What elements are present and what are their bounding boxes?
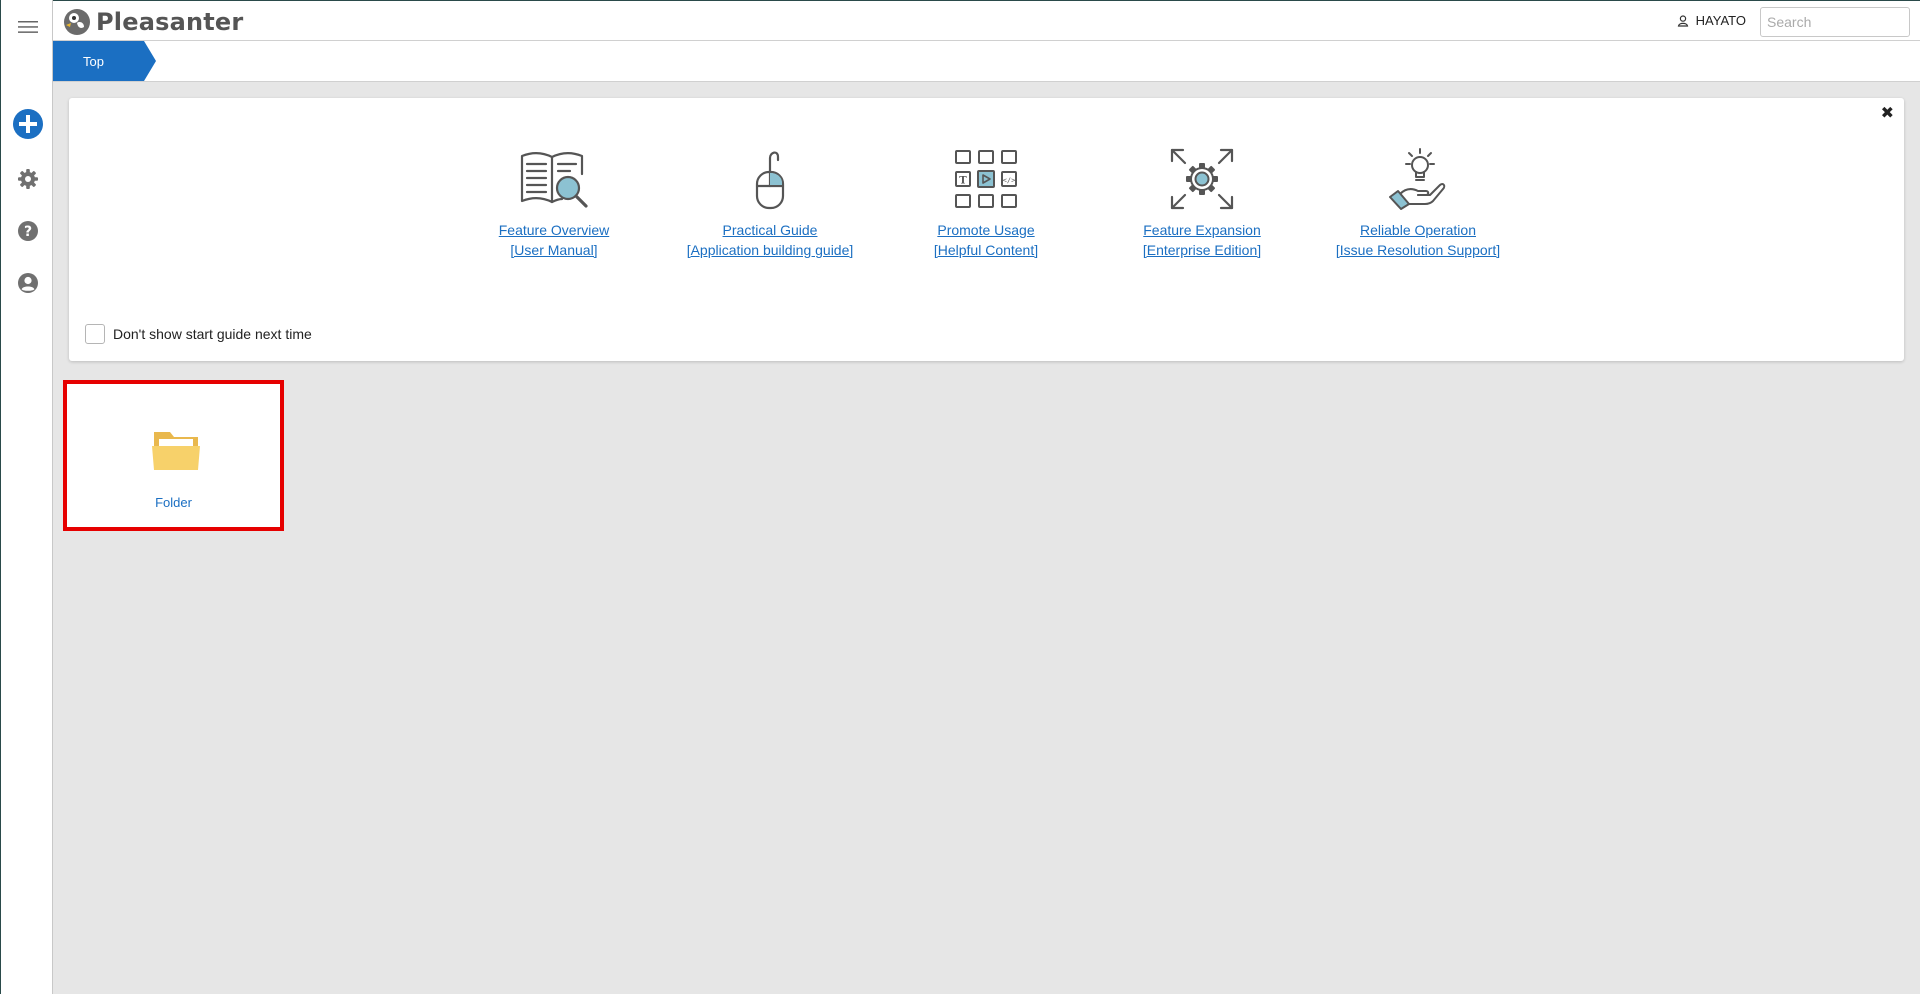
site-label: Folder	[155, 495, 192, 510]
hand-lightbulb-icon	[1389, 148, 1446, 210]
hide-guide-checkbox-row[interactable]: Don't show start guide next time	[85, 324, 312, 344]
user-name: HAYATO	[1695, 13, 1746, 28]
svg-text:T: T	[959, 176, 967, 187]
guide-item-practical-guide[interactable]: Practical Guide [Application building gu…	[665, 148, 875, 260]
help-button[interactable]: ?	[1, 211, 54, 251]
start-guide-panel: ✖ Feature Overview [User Manual] Practic…	[69, 98, 1904, 361]
book-search-icon	[520, 152, 588, 208]
guide-item-feature-expansion[interactable]: Feature Expansion [Enterprise Edition]	[1097, 148, 1307, 260]
question-circle-icon: ?	[17, 221, 38, 241]
close-guide-button[interactable]: ✖	[1881, 106, 1894, 122]
user-menu[interactable]: HAYATO	[1677, 13, 1746, 28]
user-circle-icon	[17, 273, 38, 293]
expand-gear-icon	[1170, 148, 1234, 210]
guide-subtitle[interactable]: [User Manual]	[449, 240, 659, 260]
mouse-icon	[755, 151, 785, 210]
breadcrumb: Top	[53, 41, 1920, 82]
top-header: Pleasanter HAYATO	[53, 0, 1920, 41]
close-icon: ✖	[1880, 105, 1894, 122]
hamburger-menu-button[interactable]	[1, 7, 54, 47]
hide-guide-checkbox[interactable]	[85, 324, 105, 344]
guide-item-feature-overview[interactable]: Feature Overview [User Manual]	[449, 148, 659, 260]
app-name: Pleasanter	[96, 8, 244, 36]
site-tile-folder[interactable]: Folder	[63, 380, 284, 531]
guide-item-reliable-operation[interactable]: Reliable Operation [Issue Resolution Sup…	[1313, 148, 1523, 260]
guide-item-promote-usage[interactable]: T </> Promote Usage [Helpful Content]	[881, 148, 1091, 260]
left-sidebar: ?	[0, 0, 53, 994]
guide-title[interactable]: Practical Guide	[665, 220, 875, 240]
guide-title[interactable]: Reliable Operation	[1313, 220, 1523, 240]
guide-title[interactable]: Feature Expansion	[1097, 220, 1307, 240]
guide-subtitle[interactable]: [Enterprise Edition]	[1097, 240, 1307, 260]
new-item-button[interactable]	[1, 104, 54, 144]
svg-text:</>: </>	[1003, 177, 1016, 185]
guide-title[interactable]: Feature Overview	[449, 220, 659, 240]
breadcrumb-label: Top	[83, 53, 104, 69]
plus-circle-icon	[12, 109, 43, 139]
guide-subtitle[interactable]: [Helpful Content]	[881, 240, 1091, 260]
settings-button[interactable]	[1, 159, 54, 199]
guide-title[interactable]: Promote Usage	[881, 220, 1091, 240]
content-grid-icon: T </>	[955, 150, 1017, 208]
gear-icon	[17, 169, 38, 189]
breadcrumb-item-top[interactable]: Top	[53, 41, 144, 81]
account-button[interactable]	[1, 263, 54, 303]
pleasanter-bird-icon	[64, 9, 90, 35]
search-input[interactable]	[1760, 7, 1910, 37]
app-logo[interactable]: Pleasanter	[62, 6, 243, 38]
guide-subtitle[interactable]: [Issue Resolution Support]	[1313, 240, 1523, 260]
folder-icon	[152, 432, 200, 470]
svg-text:?: ?	[23, 224, 31, 240]
user-icon	[1677, 14, 1688, 27]
breadcrumb-arrow	[144, 41, 156, 81]
guide-subtitle[interactable]: [Application building guide]	[665, 240, 875, 260]
hide-guide-label: Don't show start guide next time	[113, 326, 312, 342]
hamburger-icon	[17, 21, 38, 33]
